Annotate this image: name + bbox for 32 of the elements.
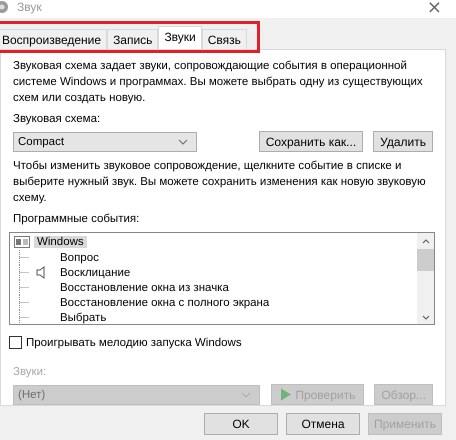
- field-label: Звуковая схема:: [13, 112, 102, 126]
- tree-item[interactable]: Восклицание: [60, 266, 130, 278]
- checkbox-label: Проигрывать мелодию запуска Windows: [26, 336, 242, 348]
- checkbox[interactable]: [9, 336, 22, 349]
- field-label: Программные события:: [13, 212, 140, 226]
- scheme-dropdown[interactable]: Compact: [13, 132, 197, 152]
- scrollbar[interactable]: [417, 233, 434, 324]
- window-title: Звук: [17, 0, 42, 14]
- scrollbar-thumb[interactable]: [417, 249, 434, 271]
- chevron-down-icon: [178, 138, 188, 144]
- tree-item[interactable]: Восстановление окна из значка: [60, 282, 229, 294]
- tree-item[interactable]: Вопрос: [60, 252, 99, 264]
- dialog-button[interactable]: Отмена: [286, 413, 360, 435]
- scheme-button[interactable]: Удалить: [373, 131, 433, 152]
- dialog-button[interactable]: OK: [204, 413, 278, 435]
- play-icon: [280, 388, 292, 401]
- tree-item[interactable]: Выбрать: [60, 312, 106, 324]
- tab[interactable]: Связь: [202, 29, 247, 49]
- tab[interactable]: Звуки: [158, 26, 202, 49]
- hint-text: Чтобы изменить звуковое сопровождение, щелкните событие в списке и выберите нужный звук. Вы можете сохранить изменения как новую звуковую схему.: [13, 159, 427, 206]
- field-label: Звуки:: [13, 365, 48, 379]
- scheme-button[interactable]: Сохранить как...: [258, 131, 364, 152]
- chevron-down-icon: [241, 392, 251, 398]
- tree-item[interactable]: Восстановление окна с полного экрана: [60, 296, 270, 308]
- chevron-up-icon: [422, 239, 430, 244]
- window-icon: [14, 236, 30, 248]
- tab[interactable]: Воспроизведение: [0, 29, 108, 49]
- description-text: Звуковая схема задает звуки, сопровождающие события в операционной системе Windows и программах. Вы можете выбрать одну из существующих схем или создать новую.: [13, 59, 424, 106]
- chevron-down-icon: [422, 315, 430, 320]
- tab[interactable]: Запись: [107, 29, 158, 49]
- close-button[interactable]: ×: [426, 0, 442, 18]
- tree-item[interactable]: Windows: [34, 236, 87, 248]
